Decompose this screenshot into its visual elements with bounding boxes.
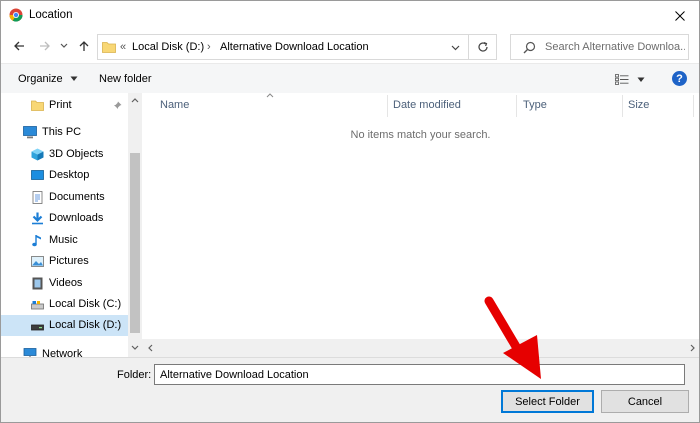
nav-item-local-disk-d[interactable]: Local Disk (D:) bbox=[1, 315, 128, 336]
select-folder-button[interactable]: Select Folder bbox=[501, 390, 594, 413]
chevron-down-icon bbox=[60, 43, 68, 48]
search-icon bbox=[523, 41, 536, 54]
documents-icon bbox=[32, 191, 43, 204]
chevron-left-icon[interactable] bbox=[148, 344, 153, 352]
nav-item-network[interactable]: Network bbox=[1, 344, 128, 357]
music-icon bbox=[32, 235, 41, 247]
organize-button[interactable]: Organize bbox=[18, 73, 78, 85]
videos-icon bbox=[32, 277, 43, 290]
search-box[interactable]: Search Alternative Downloa... bbox=[510, 34, 689, 60]
title-bar: Location bbox=[1, 1, 699, 30]
back-button[interactable] bbox=[11, 38, 27, 54]
view-options-icon[interactable] bbox=[615, 74, 629, 85]
file-list: Name Date modified Type Size No items ma… bbox=[142, 93, 699, 339]
dialog-footer: Folder: Select Folder Cancel bbox=[1, 357, 699, 422]
drive-icon bbox=[31, 301, 44, 310]
chevron-down-icon[interactable] bbox=[131, 345, 139, 350]
refresh-icon bbox=[477, 41, 488, 52]
overflow-crumb-icon[interactable]: « bbox=[120, 41, 126, 53]
navigation-pane: Print This PC 3D Objects Desktop Documen… bbox=[1, 93, 142, 357]
scrollbar-thumb[interactable] bbox=[130, 153, 140, 333]
arrow-up-icon bbox=[79, 41, 89, 51]
sort-ascending-icon bbox=[266, 93, 274, 98]
column-header-size[interactable]: Size bbox=[628, 99, 649, 111]
command-bar: Organize New folder ? bbox=[1, 63, 699, 93]
column-header-name[interactable]: Name bbox=[160, 99, 189, 111]
nav-item-3d-objects[interactable]: 3D Objects bbox=[1, 144, 128, 165]
folder-icon bbox=[31, 100, 44, 111]
drive-icon bbox=[31, 324, 44, 331]
nav-item-local-disk-c[interactable]: Local Disk (C:) bbox=[1, 294, 128, 315]
folder-picker-dialog: Location « Local Disk (D:) › Alternative… bbox=[0, 0, 700, 423]
organize-label: Organize bbox=[18, 73, 63, 85]
close-button[interactable] bbox=[665, 1, 695, 30]
nav-item-print[interactable]: Print bbox=[1, 95, 128, 116]
address-row: « Local Disk (D:) › Alternative Download… bbox=[1, 31, 699, 63]
chevron-down-icon[interactable] bbox=[637, 77, 645, 83]
network-icon bbox=[23, 348, 37, 357]
arrow-right-icon bbox=[40, 41, 50, 51]
column-divider[interactable] bbox=[622, 95, 623, 117]
nav-item-this-pc[interactable]: This PC bbox=[1, 122, 128, 143]
search-placeholder: Search Alternative Downloa... bbox=[545, 41, 685, 53]
nav-item-desktop[interactable]: Desktop bbox=[1, 165, 128, 186]
chrome-icon bbox=[9, 8, 23, 22]
column-header-date-modified[interactable]: Date modified bbox=[393, 99, 461, 111]
column-divider[interactable] bbox=[516, 95, 517, 117]
nav-item-documents[interactable]: Documents bbox=[1, 187, 128, 208]
nav-item-pictures[interactable]: Pictures bbox=[1, 251, 128, 272]
cancel-button[interactable]: Cancel bbox=[601, 390, 689, 413]
crumb-local-disk-d[interactable]: Local Disk (D:) bbox=[132, 41, 204, 53]
column-header-type[interactable]: Type bbox=[523, 99, 547, 111]
nav-item-music[interactable]: Music bbox=[1, 230, 128, 251]
pictures-icon bbox=[31, 256, 44, 267]
crumb-separator[interactable]: › bbox=[207, 41, 211, 53]
nav-item-videos[interactable]: Videos bbox=[1, 273, 128, 294]
column-divider[interactable] bbox=[387, 95, 388, 117]
3d-objects-icon bbox=[31, 148, 44, 161]
help-icon[interactable]: ? bbox=[672, 71, 687, 86]
up-button[interactable] bbox=[76, 38, 92, 54]
chevron-right-icon[interactable] bbox=[690, 344, 695, 352]
chevron-down-icon[interactable] bbox=[451, 45, 460, 51]
file-list-horizontal-scrollbar[interactable] bbox=[142, 339, 699, 357]
chevron-up-icon[interactable] bbox=[131, 98, 139, 103]
pin-icon[interactable] bbox=[113, 101, 122, 110]
nav-item-downloads[interactable]: Downloads bbox=[1, 208, 128, 229]
crumb-alternative-download-location[interactable]: Alternative Download Location bbox=[220, 41, 369, 53]
window-title: Location bbox=[29, 9, 73, 21]
forward-button[interactable] bbox=[37, 38, 53, 54]
folder-label: Folder: bbox=[117, 369, 152, 381]
computer-icon bbox=[23, 126, 37, 139]
empty-list-message: No items match your search. bbox=[350, 129, 491, 141]
folder-icon bbox=[102, 42, 116, 53]
close-icon bbox=[675, 10, 685, 21]
folder-name-input[interactable] bbox=[154, 364, 685, 385]
address-bar[interactable]: « Local Disk (D:) › Alternative Download… bbox=[97, 34, 469, 60]
column-divider[interactable] bbox=[693, 95, 694, 117]
chevron-down-icon bbox=[70, 76, 78, 81]
desktop-icon bbox=[31, 170, 44, 180]
downloads-icon bbox=[32, 212, 43, 225]
recent-locations-button[interactable] bbox=[59, 38, 69, 54]
navigation-scrollbar[interactable] bbox=[128, 93, 142, 357]
arrow-left-icon bbox=[14, 41, 24, 51]
new-folder-button[interactable]: New folder bbox=[99, 73, 152, 85]
refresh-button[interactable] bbox=[469, 34, 497, 60]
